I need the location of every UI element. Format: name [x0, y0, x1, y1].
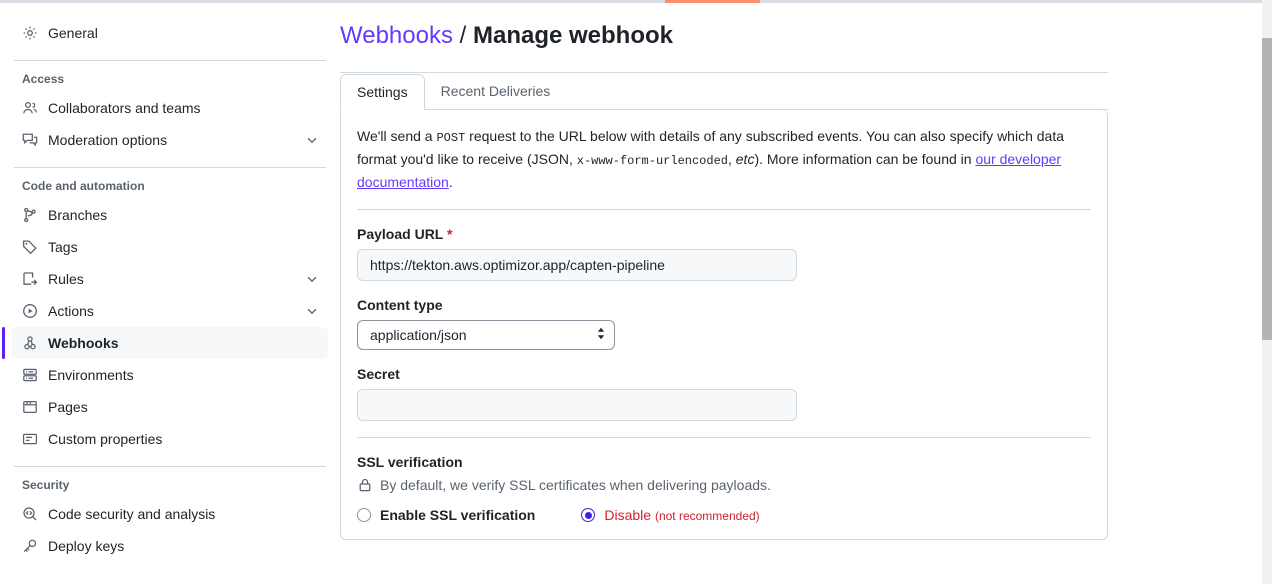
payload-url-label-text: Payload URL [357, 226, 444, 242]
sidebar-item-label: Tags [48, 239, 78, 255]
content-type-select[interactable]: application/json [357, 320, 615, 350]
server-icon [22, 367, 38, 383]
sidebar-item-label: Deploy keys [48, 538, 125, 554]
sidebar-item-label: Code security and analysis [48, 506, 216, 522]
sidebar-item-label: Webhooks [48, 335, 119, 351]
ssl-note-text: By default, we verify SSL certificates w… [380, 477, 771, 493]
sidebar-item-actions[interactable]: Actions [12, 295, 328, 327]
git-branch-icon [22, 207, 38, 223]
card-divider [357, 437, 1091, 438]
sidebar-item-rules[interactable]: Rules [12, 263, 328, 295]
desc-part-1: We'll send a [357, 128, 437, 144]
secret-input[interactable] [357, 389, 797, 421]
sidebar-item-label: Rules [48, 271, 84, 287]
page-title: Webhooks / Manage webhook [340, 21, 1262, 51]
desc-code-urlencoded: x-www-form-urlencoded [576, 154, 728, 168]
code-scan-icon [22, 506, 38, 522]
tab-recent-deliveries[interactable]: Recent Deliveries [425, 73, 567, 110]
ssl-enable-radio[interactable] [357, 508, 371, 522]
sidebar-item-tags[interactable]: Tags [12, 231, 328, 263]
chevron-down-icon[interactable] [304, 303, 320, 319]
sidebar-item-branches[interactable]: Branches [12, 199, 328, 231]
sidebar-divider [14, 167, 326, 168]
key-icon [22, 538, 38, 554]
payload-url-label: Payload URL * [357, 226, 1091, 242]
sidebar-item-code-security-and-analysis[interactable]: Code security and analysis [12, 498, 328, 530]
ssl-disable-label-text: Disable [604, 507, 652, 523]
vertical-scrollbar-track[interactable] [1262, 0, 1272, 584]
payload-url-field: Payload URL * [357, 226, 1091, 281]
main-content: Webhooks / Manage webhook Settings Recen… [340, 3, 1262, 584]
chevron-down-icon[interactable] [304, 132, 320, 148]
sidebar-item-label: Branches [48, 207, 108, 223]
play-circle-icon [22, 303, 38, 319]
ssl-enable-option[interactable]: Enable SSL verification [357, 507, 535, 523]
browser-icon [22, 399, 38, 415]
sidebar-item-label: Pages [48, 399, 88, 415]
tab-bar: Settings Recent Deliveries [340, 73, 1108, 110]
ssl-enable-label: Enable SSL verification [380, 507, 536, 523]
ssl-disable-option[interactable]: Disable (not recommended) [581, 507, 760, 523]
card-divider [357, 209, 1091, 210]
sidebar-group-title-code-and-automation: Code and automation [22, 179, 145, 193]
sidebar-item-collaborators-and-teams[interactable]: Collaborators and teams [12, 92, 328, 124]
webhook-description: We'll send a POST request to the URL bel… [357, 126, 1091, 193]
sidebar-item-deploy-keys[interactable]: Deploy keys [12, 530, 328, 562]
sidebar-item-label: Environments [48, 367, 134, 383]
payload-url-input[interactable] [357, 249, 797, 281]
webhook-settings-card: We'll send a POST request to the URL bel… [340, 110, 1108, 540]
sidebar-divider [14, 60, 326, 61]
comment-discussion-icon [22, 132, 38, 148]
tab-settings[interactable]: Settings [340, 74, 425, 110]
sidebar-group-title-access: Access [22, 72, 65, 86]
ssl-verification-radio-group: Enable SSL verification Disable (not rec… [357, 507, 1091, 523]
webhook-icon [22, 335, 38, 351]
lock-icon [357, 477, 373, 493]
sidebar-item-environments[interactable]: Environments [12, 359, 328, 391]
required-marker: * [447, 226, 453, 242]
content-type-field: Content type application/json [357, 297, 1091, 350]
sidebar-item-pages[interactable]: Pages [12, 391, 328, 423]
gear-icon [22, 25, 38, 41]
ssl-disable-radio[interactable] [581, 508, 596, 522]
chevron-down-icon[interactable] [304, 271, 320, 287]
rules-icon [22, 271, 38, 287]
content-type-label: Content type [357, 297, 443, 313]
sidebar-divider [14, 466, 326, 467]
sidebar-item-general[interactable]: General [12, 17, 328, 49]
sidebar-item-label: General [48, 25, 98, 41]
sidebar-item-custom-properties[interactable]: Custom properties [12, 423, 328, 455]
ssl-disable-suffix: (not recommended) [654, 509, 760, 523]
ssl-disable-label: Disable (not recommended) [604, 507, 759, 523]
breadcrumb-current: Manage webhook [472, 22, 674, 49]
sidebar-item-label: Actions [48, 303, 94, 319]
ssl-verification-label: SSL verification [357, 454, 463, 470]
sidebar-item-moderation-options[interactable]: Moderation options [12, 124, 328, 156]
people-icon [22, 100, 38, 116]
sidebar-item-label: Moderation options [48, 132, 168, 148]
breadcrumb-separator: / [459, 22, 467, 49]
desc-part-5: . [448, 174, 453, 190]
desc-part-3: , [727, 151, 736, 167]
desc-code-post: POST [436, 131, 466, 145]
sidebar-item-label: Custom properties [48, 431, 163, 447]
settings-sidebar: General Access Collaborators and teams M… [0, 3, 340, 584]
breadcrumb-link-webhooks[interactable]: Webhooks [340, 22, 453, 49]
desc-part-4: ). More information can be found in [754, 151, 976, 167]
desc-em-etc: etc [735, 151, 755, 167]
sidebar-item-label: Collaborators and teams [48, 100, 201, 116]
ssl-verification-note: By default, we verify SSL certificates w… [357, 477, 1091, 493]
secret-field: Secret [357, 366, 1091, 421]
vertical-scrollbar-thumb[interactable] [1262, 38, 1272, 340]
tag-icon [22, 239, 38, 255]
sidebar-group-title-security: Security [22, 478, 70, 492]
note-icon [22, 431, 38, 447]
ssl-verification-field: SSL verification By default, we verify S… [357, 454, 1091, 523]
secret-label: Secret [357, 366, 400, 382]
sidebar-item-webhooks[interactable]: Webhooks [2, 327, 328, 359]
